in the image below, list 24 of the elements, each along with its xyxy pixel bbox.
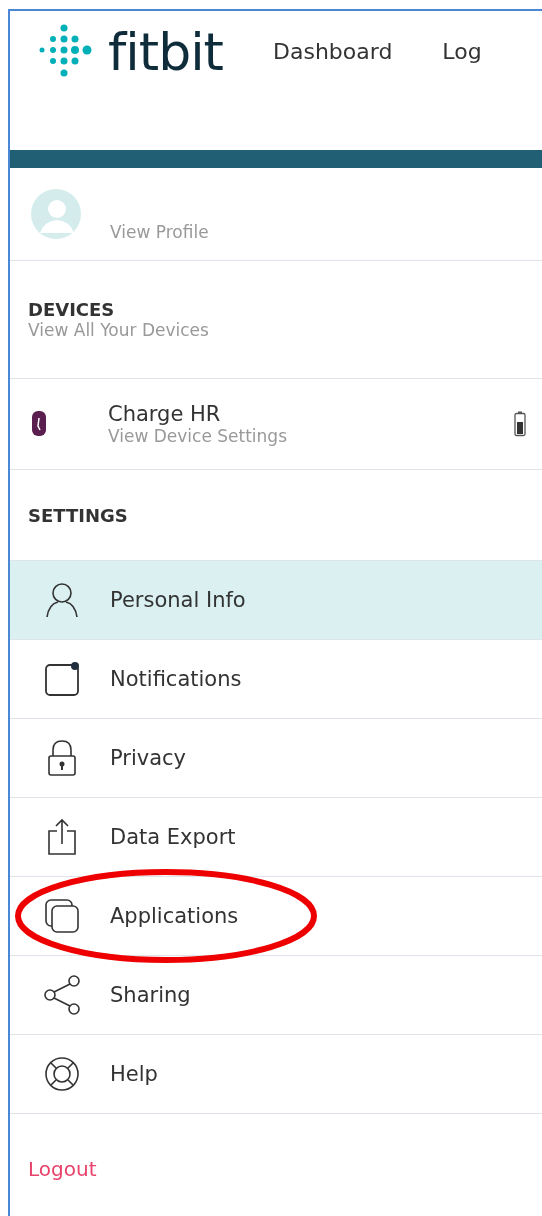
nav-link[interactable]: Log [442, 39, 482, 64]
device-name[interactable]: Charge HR [108, 402, 514, 426]
settings-menu-item[interactable]: Help [10, 1035, 542, 1114]
section-heading: DEVICES [28, 299, 116, 320]
settings-menu-item[interactable]: Data Export [10, 798, 542, 877]
logo-wordmark[interactable]: fitbit [108, 21, 223, 82]
lifebuoy-icon [44, 1056, 80, 1092]
settings-menu-item[interactable]: Sharing [10, 956, 542, 1035]
settings-menu-item[interactable]: Personal Info [10, 561, 542, 640]
battery-icon [514, 411, 526, 437]
tracker-icon [30, 410, 48, 438]
settings-menu-item[interactable]: Notifications [10, 640, 542, 719]
nav-link[interactable]: Dashboard [273, 39, 393, 64]
settings-menu-item[interactable]: Applications [10, 877, 542, 956]
upload-icon [47, 818, 77, 856]
logout-link[interactable]: Logout [28, 1157, 97, 1181]
avatar-icon [28, 189, 84, 239]
settings-menu-item[interactable]: Privacy [10, 719, 542, 798]
share-icon [43, 974, 81, 1016]
notification-icon [44, 661, 80, 697]
stacked-squares-icon [44, 898, 80, 934]
person-icon [45, 582, 79, 618]
section-heading: SETTINGS [28, 504, 128, 526]
lock-icon [47, 739, 77, 777]
